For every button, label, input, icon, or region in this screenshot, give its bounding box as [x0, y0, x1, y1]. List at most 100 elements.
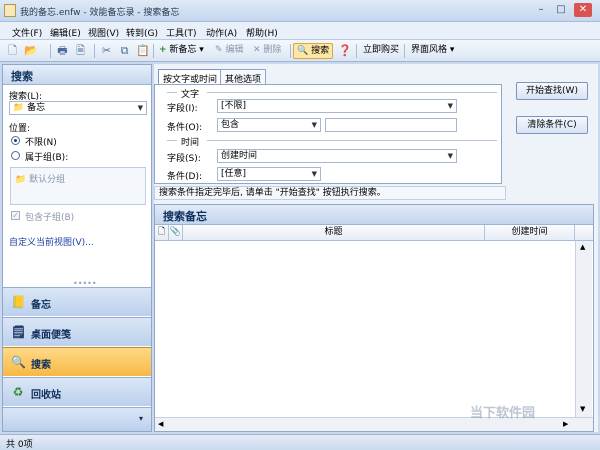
search-target-select[interactable]: 📁 备忘 ▼	[9, 101, 147, 115]
field-select[interactable]: [不限] ▼	[217, 99, 457, 113]
menu-goto[interactable]: 转到(G)	[126, 26, 158, 39]
divider	[207, 140, 497, 141]
position-unlimited-radio[interactable]	[11, 136, 20, 145]
group-list[interactable]: 📁 默认分组	[10, 167, 146, 205]
nav-recycle-bin[interactable]: ♻ 回收站	[3, 377, 151, 406]
menu-edit[interactable]: 编辑(E)	[50, 26, 81, 39]
chevron-down-icon: ▼	[447, 152, 453, 160]
clear-conditions-button[interactable]: 清除条件(C)	[516, 116, 588, 134]
include-subgroups-label: 包含子组(B)	[25, 213, 75, 223]
notebook-icon: 📒	[11, 295, 26, 309]
tab-text-time[interactable]: 按文字或时间	[158, 69, 223, 85]
column-title[interactable]: 标题	[183, 225, 485, 240]
time-condition-value: [任意]	[221, 169, 247, 179]
field-value: [不限]	[221, 101, 247, 111]
position-group-radio[interactable]	[11, 151, 20, 160]
custom-view-link[interactable]: 自定义当前视图(V)...	[9, 235, 94, 248]
edit-button[interactable]: ✎ 编辑	[212, 43, 246, 59]
time-condition-label: 条件(D):	[167, 172, 202, 182]
column-created-time[interactable]: 创建时间	[485, 225, 575, 240]
attachment-icon[interactable]: 📎	[169, 225, 183, 240]
divider	[207, 92, 497, 93]
chevron-down-icon: ▼	[447, 102, 453, 110]
new-note-button[interactable]: + 新备忘 ▾	[156, 43, 207, 59]
condition-select[interactable]: 包含 ▼	[217, 118, 321, 132]
search-icon: 🔍	[297, 46, 309, 56]
text-section-title: 文字	[181, 90, 200, 100]
title-bar: 我的备忘.enfw - 效能备忘录 - 搜索备忘 – □ ✕	[0, 0, 600, 22]
toolbar-separator	[153, 44, 154, 58]
position-unlimited-label: 不限(N)	[25, 138, 57, 148]
menu-help[interactable]: 帮助(H)	[246, 26, 278, 39]
condition-text-input[interactable]	[325, 118, 457, 132]
open-folder-icon[interactable]: 📂	[24, 44, 38, 57]
folder-icon: 📁	[13, 103, 25, 113]
buy-now-button[interactable]: 立即购买	[360, 43, 402, 59]
menu-bar: 文件(F) 编辑(E) 视图(V) 转到(G) 工具(T) 动作(A) 帮助(H…	[0, 22, 600, 40]
scroll-up-icon[interactable]: ▲	[580, 243, 585, 251]
position-label: 位置:	[9, 124, 31, 134]
folder-icon: 📁	[15, 175, 27, 185]
toolbar-separator	[290, 44, 291, 58]
main-pane: 按文字或时间 其他选项 文字 字段(I): [不限] ▼ 条件(O): 包含 ▼…	[154, 64, 598, 432]
chevron-down-icon: ▼	[311, 121, 317, 129]
maximize-button[interactable]: □	[552, 3, 570, 17]
search-criteria-panel: 文字 字段(I): [不限] ▼ 条件(O): 包含 ▼ 时间 字段(S): 创…	[154, 84, 502, 184]
nav-overflow[interactable]: ▾	[3, 407, 151, 431]
pencil-icon: ✎	[215, 45, 223, 55]
chevron-down-icon: ▾	[139, 414, 144, 423]
tab-other-options[interactable]: 其他选项	[220, 69, 267, 85]
sticky-note-icon: 🗒	[11, 325, 27, 339]
nav-sticky-notes[interactable]: 🗒 桌面便笺	[3, 317, 151, 346]
print-preview-icon[interactable]: 🗎	[74, 44, 87, 57]
copy-icon[interactable]: ⧉	[118, 44, 131, 57]
menu-actions[interactable]: 动作(A)	[206, 26, 237, 39]
delete-button[interactable]: ✕ 删除	[250, 43, 284, 59]
search-toggle-button[interactable]: 🔍 搜索	[293, 43, 334, 59]
close-button[interactable]: ✕	[574, 3, 592, 17]
nav-sticky-notes-label: 桌面便笺	[31, 330, 71, 341]
time-condition-select[interactable]: [任意] ▼	[217, 167, 321, 181]
column-header-bar: 🗋 📎 标题 创建时间	[155, 225, 593, 241]
divider	[167, 92, 177, 93]
nav-notes-label: 备忘	[31, 300, 51, 311]
results-header: 搜索备忘	[155, 205, 593, 225]
chevron-down-icon: ▼	[137, 104, 143, 112]
new-note-label: 新备忘	[169, 45, 197, 55]
time-field-value: 创建时间	[221, 151, 258, 161]
menu-tools[interactable]: 工具(T)	[166, 26, 197, 39]
paste-icon[interactable]: 📋	[136, 44, 150, 57]
new-file-icon[interactable]: 🗋	[6, 44, 19, 57]
time-field-select[interactable]: 创建时间 ▼	[217, 149, 457, 163]
search-target-value: 备忘	[27, 103, 46, 113]
plus-icon: +	[159, 45, 167, 55]
toolbar-separator	[404, 44, 405, 58]
start-search-button[interactable]: 开始查找(W)	[516, 82, 588, 100]
theme-label: 界面风格	[411, 45, 448, 55]
theme-button[interactable]: 界面风格 ▾	[408, 43, 457, 59]
window-title: 我的备忘.enfw - 效能备忘录 - 搜索备忘	[20, 8, 180, 18]
vertical-scrollbar[interactable]: ▲ ▼	[575, 241, 592, 417]
chevron-down-icon: ▼	[311, 170, 317, 178]
help-icon[interactable]: ❓	[338, 44, 352, 57]
search-toggle-label: 搜索	[311, 46, 330, 56]
time-field-label: 字段(S):	[167, 154, 201, 164]
nav-notes[interactable]: 📒 备忘	[3, 287, 151, 316]
condition-value: 包含	[221, 120, 240, 130]
print-icon[interactable]: 🖶	[56, 44, 69, 57]
left-pane: 搜索 搜索(L): 📁 备忘 ▼ 位置: 不限(N) 属于组(B): 📁 默认分…	[2, 64, 152, 432]
recycle-icon: ♻	[12, 385, 24, 399]
watermark: 当下软件园	[470, 406, 536, 421]
app-icon	[4, 4, 16, 17]
menu-file[interactable]: 文件(F)	[12, 26, 42, 39]
scroll-left-icon[interactable]: ◀	[158, 420, 163, 428]
position-group-label: 属于组(B):	[25, 153, 69, 163]
column-type-icon[interactable]: 🗋	[155, 225, 169, 240]
minimize-button[interactable]: –	[532, 3, 550, 17]
condition-label: 条件(O):	[167, 123, 203, 133]
nav-search[interactable]: 🔍 搜索	[3, 347, 151, 376]
menu-view[interactable]: 视图(V)	[88, 26, 119, 39]
cut-icon[interactable]: ✂	[100, 44, 113, 57]
include-subgroups-checkbox[interactable]: ✓	[11, 211, 20, 220]
left-pane-header: 搜索	[3, 65, 151, 85]
